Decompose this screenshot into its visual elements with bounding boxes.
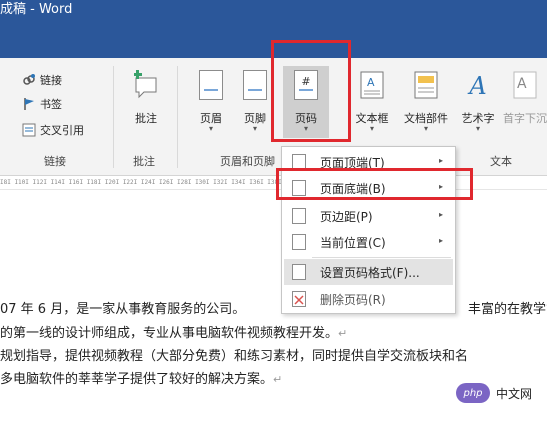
chevron-right-icon: ▸ — [438, 156, 443, 165]
watermark: php 中文网 — [456, 382, 532, 404]
paragraph-mark: ↵ — [273, 373, 283, 386]
chevron-right-icon: ▸ — [438, 210, 443, 219]
menu-item-page-margins[interactable]: 页边距(P) ▸ — [284, 203, 453, 229]
chevron-down-icon: ▾ — [369, 124, 374, 133]
dropcap-icon: A — [513, 70, 537, 100]
format-page-number-icon — [292, 264, 306, 280]
link-button[interactable]: 链接 — [22, 70, 62, 90]
svg-text:A: A — [517, 76, 527, 92]
window-title: 成稿 - Word — [0, 2, 73, 17]
chevron-down-icon: ▾ — [475, 124, 480, 133]
menu-item-remove-page-numbers[interactable]: 删除页码(R) — [284, 286, 453, 312]
php-logo: php — [456, 383, 490, 403]
watermark-text: 中文网 — [496, 386, 533, 401]
chevron-down-icon: ▾ — [252, 124, 257, 133]
bottom-of-page-highlight — [276, 168, 473, 200]
remove-page-number-icon — [292, 291, 306, 307]
menu-item-format-page-numbers[interactable]: 设置页码格式(F)... — [284, 259, 453, 285]
footer-icon — [243, 70, 267, 100]
document-line: 丰富的在教学第 — [468, 302, 547, 317]
dropcap-label: 首字下沉 — [503, 112, 547, 125]
cross-reference-button[interactable]: 交叉引用 — [22, 120, 84, 140]
bookmark-label: 书签 — [40, 98, 62, 111]
quick-parts-button[interactable]: 文档部件 ▾ — [398, 66, 454, 138]
chevron-down-icon: ▾ — [208, 124, 213, 133]
document-line: 的第一线的设计师组成，专业从事电脑软件视频教程开发。↵ — [0, 326, 348, 341]
page-number-highlight — [271, 40, 351, 142]
svg-text:A: A — [467, 72, 486, 100]
document-line: 规划指导，提供视频教程（大部分免费）和练习素材，同时提供自学交流板块和名 — [0, 349, 469, 364]
header-button[interactable]: 页眉 ▾ — [188, 66, 234, 138]
ribbon-separator — [177, 66, 178, 168]
current-position-icon — [292, 234, 306, 250]
quick-parts-icon — [414, 70, 438, 100]
page-margin-icon — [292, 208, 306, 224]
wordart-icon: A — [466, 70, 490, 100]
menu-separator — [312, 257, 451, 258]
paragraph-mark: ↵ — [338, 327, 348, 340]
dropcap-button[interactable]: A 首字下沉 — [503, 66, 547, 138]
header-footer-group-label: 页眉和页脚 — [220, 155, 275, 168]
link-icon — [22, 73, 36, 87]
bookmark-flag-icon — [22, 97, 36, 111]
footer-button[interactable]: 页脚 ▾ — [236, 66, 274, 138]
menu-item-current-position[interactable]: 当前位置(C) ▸ — [284, 229, 453, 255]
textbox-icon: A — [360, 70, 384, 100]
comment-group-label: 批注 — [133, 155, 155, 168]
header-icon — [199, 70, 223, 100]
cross-reference-label: 交叉引用 — [40, 124, 84, 137]
document-line: 07 年 6 月，是一家从事教育服务的公司。 — [0, 302, 246, 317]
text-group-label: 文本 — [490, 155, 512, 168]
textbox-button[interactable]: A 文本框 ▾ — [348, 66, 396, 138]
svg-text:A: A — [367, 76, 375, 89]
chevron-down-icon: ▾ — [423, 124, 428, 133]
comment-add-icon — [133, 70, 158, 100]
cross-reference-icon — [22, 123, 36, 137]
link-label: 链接 — [40, 74, 62, 87]
chevron-right-icon: ▸ — [438, 236, 443, 245]
ribbon-separator — [113, 66, 114, 168]
comment-label: 批注 — [135, 112, 157, 125]
links-group-label: 链接 — [44, 155, 66, 168]
comment-button[interactable]: 批注 — [122, 66, 170, 138]
document-line: 多电脑软件的莘莘学子提供了较好的解决方案。↵ — [0, 372, 283, 387]
wordart-button[interactable]: A 艺术字 ▾ — [455, 66, 501, 138]
bookmark-button[interactable]: 书签 — [22, 94, 62, 114]
